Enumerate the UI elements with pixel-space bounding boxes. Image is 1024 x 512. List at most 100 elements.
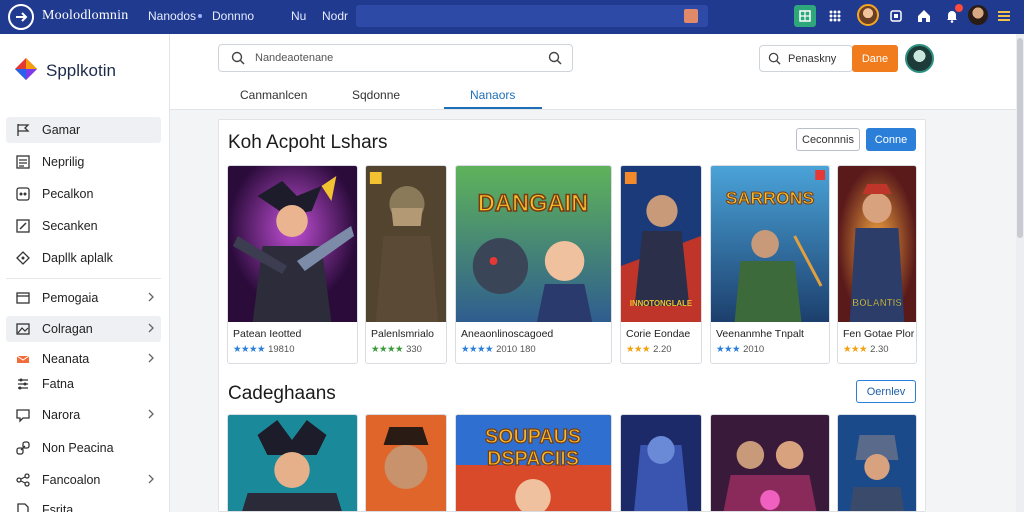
game-rating: ★★★★ 19810 <box>233 344 295 355</box>
game-card[interactable]: BOLANTIS Fen Gotae Plor ★★★ 2.30 <box>837 165 917 364</box>
star-rating-icon: ★★★★ <box>371 344 404 355</box>
tab-1[interactable]: Sqdonne <box>352 88 400 102</box>
cover-logo-text: BOLANTIS <box>852 298 902 309</box>
game-rating: ★★★★ 330 <box>371 344 422 355</box>
top-nav-item-1[interactable]: Nanodos <box>148 9 196 23</box>
sidebar-item-6[interactable]: Colragan <box>6 316 161 342</box>
home-icon[interactable] <box>913 5 935 27</box>
sidebar-item-label: Secanken <box>42 219 98 233</box>
sidebar-item-5[interactable]: Pemogaia <box>6 285 161 311</box>
sidebar-item-0[interactable]: Gamar <box>6 117 161 143</box>
sidebar-item-3[interactable]: Secanken <box>6 213 161 239</box>
game-title: Palenlsmrialo <box>371 328 435 340</box>
sidebar-item-label: Neprilig <box>42 155 85 169</box>
app-logo-icon[interactable] <box>8 4 34 30</box>
section-primary-button[interactable]: Conne <box>866 128 916 151</box>
secondary-search-label: Penaskny <box>788 53 837 65</box>
game-card[interactable] <box>837 414 917 512</box>
top-nav-item-3[interactable]: Nu <box>291 9 306 23</box>
sidebar-item-4[interactable]: Dapllk aplalk <box>6 245 161 271</box>
edit-icon <box>14 217 32 235</box>
secondary-avatar[interactable] <box>968 5 988 25</box>
sidebar-item-label: Pemogaia <box>42 291 99 305</box>
sidebar-item-label: Non Peacina <box>42 441 114 455</box>
chevron-right-icon <box>148 474 154 484</box>
search-placeholder: Nandeaotenane <box>255 52 334 64</box>
grid-icon[interactable] <box>794 5 816 27</box>
cover-logo-text: SARRONS <box>726 188 815 208</box>
sidebar-item-10[interactable]: Non Peacina <box>6 435 161 461</box>
game-title: Veenanmhe Tnpalt <box>716 328 804 340</box>
game-card[interactable]: Patean Ieotted ★★★★ 19810 <box>227 165 358 364</box>
top-bar: Moolodlomnin Nanodos Donnno Nu Nodr <box>0 0 1024 34</box>
sidebar-item-2[interactable]: Pecalkon <box>6 181 161 207</box>
sidebar-item-11[interactable]: Fancoalon <box>6 467 161 493</box>
game-rating: ★★★ 2010 <box>716 344 764 355</box>
star-rating-icon: ★★★ <box>626 344 651 355</box>
action-button[interactable]: Dane <box>852 45 898 72</box>
section-title: Cadeghaans <box>228 383 336 404</box>
rating-value: 2.30 <box>870 344 889 355</box>
game-card[interactable] <box>227 414 358 512</box>
sidebar-item-9[interactable]: Narora <box>6 402 161 428</box>
tab-0[interactable]: Canmanlcen <box>240 88 307 102</box>
list-icon <box>14 153 32 171</box>
user-avatar[interactable] <box>905 44 934 73</box>
game-cover-art: BOLANTIS <box>838 166 916 322</box>
star-rating-icon: ★★★ <box>843 344 868 355</box>
app-brand[interactable]: Moolodlomnin <box>42 8 128 24</box>
search-input[interactable]: Nandeaotenane <box>218 44 573 72</box>
game-card[interactable] <box>710 414 830 512</box>
top-search-bar[interactable] <box>356 5 708 27</box>
rating-value: 2010 180 <box>496 344 536 355</box>
tab-2[interactable]: Nanaors <box>470 88 515 102</box>
game-title: Corie Eondae <box>626 328 691 340</box>
game-card[interactable] <box>620 414 702 512</box>
image-icon <box>14 320 32 338</box>
star-rating-icon: ★★★ <box>716 344 741 355</box>
game-cover-art <box>228 415 357 511</box>
secondary-search-button[interactable]: Penaskny <box>759 45 853 72</box>
game-card[interactable]: SOUPAUS DSPACIIS <box>455 414 612 512</box>
search-submit-icon[interactable] <box>548 51 562 65</box>
rating-value: 2.20 <box>653 344 672 355</box>
sidebar-brand[interactable]: Spplkotin <box>46 61 116 81</box>
game-cover-art: INNOTONGLALE <box>621 166 701 322</box>
sidebar-item-label: Gamar <box>42 123 81 137</box>
page-scrollbar[interactable] <box>1016 34 1024 512</box>
sidebar-item-8[interactable]: Fatna <box>6 371 161 397</box>
square-icon[interactable] <box>885 5 907 27</box>
rating-value: 330 <box>406 344 422 355</box>
game-card[interactable] <box>365 414 447 512</box>
top-nav-item-2[interactable]: Donnno <box>212 9 254 23</box>
flag-icon <box>14 121 32 139</box>
game-card[interactable]: DANGAIN Aneaonlinoscagoed ★★★★ 2010 180 <box>455 165 612 364</box>
sidebar-item-label: Dapllk aplalk <box>42 251 113 265</box>
chat-icon <box>14 406 32 424</box>
scrollbar-thumb[interactable] <box>1017 38 1023 238</box>
sidebar-item-12[interactable]: Fsrita <box>6 497 161 512</box>
search-icon <box>768 52 781 65</box>
sidebar-item-label: Fsrita <box>42 503 74 512</box>
game-title: Patean Ieotted <box>233 328 302 340</box>
sidebar-item-7[interactable]: Neanata <box>6 346 161 372</box>
top-search-button[interactable] <box>684 9 698 23</box>
game-card[interactable]: Palenlsmrialo ★★★★ 330 <box>365 165 447 364</box>
section-secondary-button[interactable]: Ceconnnis <box>796 128 860 151</box>
game-rating: ★★★★ 2010 180 <box>461 344 536 355</box>
game-cover-art <box>621 415 701 511</box>
rating-value: 19810 <box>268 344 295 355</box>
game-card[interactable]: SARRONS Veenanmhe Tnpalt ★★★ 2010 <box>710 165 830 364</box>
section-more-button[interactable]: Oernlev <box>856 380 916 403</box>
link-icon <box>14 439 32 457</box>
game-rating: ★★★ 2.20 <box>626 344 672 355</box>
game-card[interactable]: INNOTONGLALE Corie Eondae ★★★ 2.20 <box>620 165 702 364</box>
cover-logo-text: SOUPAUS <box>485 426 581 448</box>
apps-icon[interactable] <box>824 5 846 27</box>
cover-logo-text: INNOTONGLALE <box>630 299 692 308</box>
sidebar-item-1[interactable]: Neprilig <box>6 149 161 175</box>
menu-icon[interactable] <box>993 5 1015 27</box>
profile-avatar[interactable] <box>857 4 879 26</box>
share-icon <box>14 471 32 489</box>
top-nav-item-4[interactable]: Nodr <box>322 9 348 23</box>
